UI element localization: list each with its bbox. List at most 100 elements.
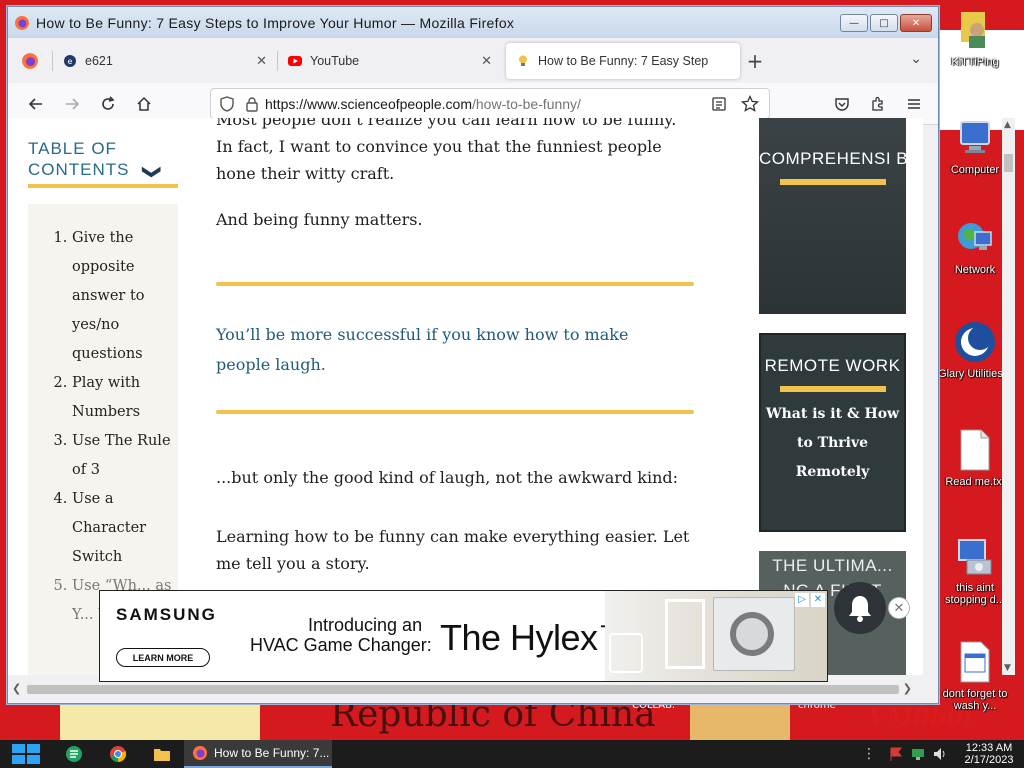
scroll-right-icon[interactable]: ❯ [903,682,912,695]
clock-date: 2/17/2023 [964,754,1014,766]
scroll-left-icon[interactable]: ❮ [12,682,21,695]
close-tab-icon[interactable]: ✕ [256,53,267,69]
clock-time: 12:33 AM [965,742,1013,754]
list-all-tabs-button[interactable]: ⌄ [910,51,922,67]
ad-headline: Introducing an [308,615,423,635]
bell-icon [849,596,871,622]
flag-icon[interactable] [888,746,904,762]
sidebar-card-body-language[interactable]: COMPREHENSI BODY LANGUAGE GUIDE (HEAD TO… [759,118,906,314]
svg-text:e: e [68,57,73,66]
address-bar[interactable]: https://www.scienceofpeople.com/how-to-b… [210,88,770,119]
back-button[interactable] [18,88,54,120]
firefox-icon [193,746,207,760]
taskbar-app-explorer[interactable] [140,740,184,768]
quote-top-rule [216,282,694,286]
window-titlebar[interactable]: How to Be Funny: 7 Easy Steps to Improve… [8,7,938,38]
reload-button[interactable] [90,88,126,120]
extensions-button[interactable] [860,88,896,120]
new-tab-button[interactable]: + [740,49,770,73]
vertical-scrollbar[interactable]: ▲ ▼ [1002,118,1015,675]
youtube-favicon-icon [288,56,302,66]
reader-view-icon[interactable] [711,96,727,112]
quote-bottom-rule [216,410,694,414]
start-button[interactable] [0,740,52,768]
card-title: COMPREHENSI BODY LANGUAGE GUIDE (HEAD TO… [759,149,906,168]
text-file-icon [953,428,997,472]
tab-youtube[interactable]: YouTube ✕ [278,43,502,79]
taskbar-task-firefox[interactable]: How to Be Funny: 7... [184,740,332,768]
wallpaper-cone-shape [690,704,790,740]
arrow-left-icon [28,97,42,110]
close-tab-icon[interactable]: ✕ [481,53,492,69]
toc-item[interactable]: Use The Rule of 3 [72,427,178,485]
ad-hvac-unit [713,597,795,671]
tab-bar: e e621 ✕ YouTube ✕ How to Be Funny: 7 Ea… [8,39,938,83]
url-path: /how-to-be-funny/ [472,95,581,112]
pull-quote[interactable]: You’ll be more successful if you know ho… [216,320,686,380]
system-tray: ⋮ 12:33 AM 2/17/2023 [862,740,1024,768]
scrollbar-thumb[interactable] [1004,154,1013,172]
lightbulb-favicon-icon [519,55,527,66]
lock-icon[interactable] [245,96,259,112]
home-button[interactable] [126,88,162,120]
samsung-ad-banner[interactable]: SAMSUNG LEARN MORE Introducing an HVAC G… [99,590,828,682]
network-tray-icon[interactable] [910,746,926,762]
app-menu-button[interactable] [896,88,932,120]
installer-icon [953,534,997,578]
url-text: https://www.scienceofpeople.com/how-to-b… [265,96,581,112]
taskbar-app-chrome[interactable] [96,740,140,768]
taskbar-task-label: How to Be Funny: 7... [214,746,330,760]
article-paragraph: ...but only the good kind of laugh, not … [216,468,679,487]
ad-learn-more-button[interactable]: LEARN MORE [116,648,210,667]
calendar-file-icon [953,640,997,684]
pocket-icon [835,98,849,111]
notification-dismiss-button[interactable]: ✕ [888,597,910,619]
card-subtitle: What is it & How to Thrive Remotely [765,406,900,480]
puzzle-icon [872,96,883,111]
bookmark-star-icon[interactable] [741,95,759,113]
tracking-shield-icon[interactable] [219,95,235,112]
firefox-view-button[interactable] [8,39,52,83]
tab-how-to-be-funny[interactable]: How to Be Funny: 7 Easy Step [506,43,740,79]
toc-underline [28,184,178,188]
tab-e621[interactable]: e e621 ✕ [53,43,277,79]
taskbar-clock[interactable]: 12:33 AM 2/17/2023 [954,742,1024,766]
article-paragraph: Most people don’t realize you can learn … [216,118,677,183]
taskbar-app-sheets[interactable] [52,740,96,768]
sidebar-card-remote-work[interactable]: REMOTE WORK What is it & How to Thrive R… [759,333,906,532]
minimize-button[interactable]: — [840,14,868,32]
toc-item[interactable]: Give the opposite answer to yes/no quest… [72,224,178,369]
spreadsheet-app-icon [66,746,82,762]
desktop-icon-kittiping[interactable]: KiTTiPing [934,8,1016,68]
network-globe-icon [953,216,997,260]
taskbar: How to Be Funny: 7... ⋮ 12:33 AM 2/17/20… [0,740,1024,768]
chevron-down-icon[interactable]: ❯ [142,164,163,180]
ad-window-frame [665,599,705,669]
firefox-icon [22,53,38,69]
toc-item[interactable]: Play with Numbers [72,369,178,427]
maximize-button[interactable]: □ [870,14,898,32]
notification-bell-button[interactable] [834,582,886,634]
toc-list: Give the opposite answer to yes/no quest… [56,224,178,630]
speaker-icon[interactable] [932,746,948,762]
glary-utilities-icon [953,320,997,364]
card-accent-bar [779,386,886,392]
forward-button[interactable] [54,88,90,120]
scroll-down-icon[interactable]: ▼ [1004,663,1011,673]
folder-icon [154,749,170,761]
toc-heading[interactable]: TABLE OF CONTENTS ❯ [28,138,178,181]
horizontal-scrollbar[interactable]: ❮ ❯ [8,680,916,698]
scroll-up-icon[interactable]: ▲ [1004,120,1011,130]
article-paragraph: And being funny matters. [216,210,423,229]
arrow-right-icon [66,97,80,110]
adchoices-icon[interactable]: ▷ [795,593,809,607]
windows-logo-icon [12,744,40,764]
ad-close-icon[interactable]: ✕ [811,593,825,607]
scrollbar-thumb[interactable] [27,685,899,694]
close-window-button[interactable]: ✕ [900,14,932,32]
more-options-icon[interactable]: ⋮ [862,746,876,762]
fan-icon [730,612,774,656]
pocket-button[interactable] [824,88,860,120]
toc-item[interactable]: Use a Character Switch [72,485,178,572]
reload-icon [102,95,115,110]
